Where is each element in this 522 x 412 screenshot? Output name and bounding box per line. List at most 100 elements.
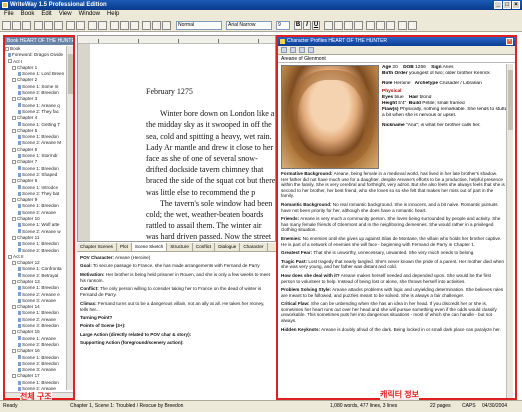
tab-chapter-scenes[interactable]: Chapter Scenes: [77, 243, 117, 251]
tab-plot[interactable]: Plot: [117, 243, 132, 251]
menu-file[interactable]: File: [4, 10, 14, 19]
hair-value[interactable]: blond: [420, 95, 432, 100]
highlight-icon[interactable]: [408, 21, 417, 30]
photo-icon[interactable]: [299, 47, 305, 53]
cut-icon[interactable]: [34, 21, 43, 30]
paragraph: The tavern's sole window had been cold; …: [146, 198, 273, 242]
expand-icon[interactable]: [5, 46, 9, 51]
delete-character-icon[interactable]: [290, 47, 296, 53]
print-icon[interactable]: [88, 21, 97, 30]
note-text: The only person willing to consider taki…: [80, 286, 262, 298]
expand-icon[interactable]: [12, 374, 16, 379]
open-icon[interactable]: [12, 21, 21, 30]
character-biography[interactable]: Formative Background: Areane, being fema…: [281, 171, 505, 335]
dob-value[interactable]: 1256: [415, 65, 426, 70]
minimize-button[interactable]: _: [494, 1, 502, 9]
character-icon[interactable]: [120, 21, 129, 30]
expand-icon[interactable]: [12, 160, 16, 165]
flaws-value[interactable]: Physically, nothing remarkable. She tend…: [382, 107, 509, 118]
book-icon[interactable]: [110, 21, 119, 30]
paste-icon[interactable]: [54, 21, 63, 30]
expand-icon[interactable]: [8, 59, 12, 64]
build-value[interactable]: Petite; small framed: [422, 101, 464, 106]
print-character-icon[interactable]: [308, 47, 314, 53]
outline-item-label: Scene 1: Breedon: [22, 354, 59, 360]
new-icon[interactable]: [2, 21, 11, 30]
tab-dialogue[interactable]: Dialogue: [215, 243, 241, 251]
expand-icon[interactable]: [12, 349, 16, 354]
expand-icon[interactable]: [12, 260, 16, 265]
save-icon[interactable]: [22, 21, 31, 30]
menu-edit[interactable]: Edit: [41, 10, 51, 19]
style-select[interactable]: Normal: [176, 21, 222, 30]
close-icon[interactable]: ×: [506, 38, 513, 45]
nickname-value[interactable]: "Ana"; is what her brother calls her.: [406, 123, 481, 128]
character-name[interactable]: Areane of Glenmont: [278, 55, 515, 63]
scroll-thumb[interactable]: [68, 54, 73, 94]
wordcount-icon[interactable]: [162, 21, 171, 30]
scroll-thumb[interactable]: [508, 70, 513, 130]
redo-icon[interactable]: [76, 21, 85, 30]
archetype-value[interactable]: Crusader / Librarian: [439, 81, 481, 86]
expand-icon[interactable]: [12, 179, 16, 184]
expand-icon[interactable]: [12, 128, 16, 133]
eyes-value[interactable]: blue: [395, 95, 404, 100]
birth-order-value[interactable]: youngest of two; older brother Kenrick: [409, 71, 490, 76]
expand-icon[interactable]: [12, 116, 16, 121]
menu-view[interactable]: View: [59, 10, 72, 19]
undo-icon[interactable]: [66, 21, 75, 30]
expand-icon[interactable]: [12, 330, 16, 335]
expand-icon[interactable]: [12, 279, 16, 284]
find-icon[interactable]: [152, 21, 161, 30]
expand-icon[interactable]: [12, 147, 16, 152]
document-editor[interactable]: February 1275 Winter bore down on London…: [77, 35, 276, 242]
expand-icon[interactable]: [12, 97, 16, 102]
age-value[interactable]: 20: [392, 65, 397, 70]
tab-structure[interactable]: Structure: [167, 243, 193, 251]
outline-item-label: Scene 2: Breedon: [22, 360, 59, 366]
tab-scene-sketch[interactable]: Scene Sketch: [131, 243, 168, 251]
font-select[interactable]: Arial Narrow: [226, 21, 272, 30]
menu-help[interactable]: Help: [107, 10, 119, 19]
scene-sketch-notes[interactable]: POV Character: Areane (Heroine) Goal: To …: [77, 253, 276, 400]
expand-icon[interactable]: [12, 197, 16, 202]
bold-button[interactable]: B: [294, 21, 302, 30]
notes-icon[interactable]: [130, 21, 139, 30]
outline-item-label: Chapter 9: [17, 197, 38, 203]
sign-value[interactable]: Aries: [443, 65, 454, 70]
expand-icon[interactable]: [12, 78, 16, 83]
underline-button[interactable]: U: [312, 21, 320, 30]
tab-conflict[interactable]: Conflict: [193, 243, 216, 251]
page-icon: [18, 286, 21, 291]
new-character-icon[interactable]: [281, 47, 287, 53]
expand-icon[interactable]: [12, 304, 16, 309]
size-select[interactable]: 9: [276, 21, 290, 30]
expand-icon[interactable]: [12, 65, 16, 70]
expand-icon[interactable]: [12, 235, 16, 240]
menu-book[interactable]: Book: [21, 10, 35, 19]
character-scrollbar[interactable]: [506, 64, 513, 398]
justify-icon[interactable]: [354, 21, 363, 30]
tab-character[interactable]: Character: [240, 243, 268, 251]
manuscript-text[interactable]: February 1275 Winter bore down on London…: [146, 86, 275, 242]
height-value[interactable]: 5'4": [398, 101, 406, 106]
preview-icon[interactable]: [98, 21, 107, 30]
align-center-icon[interactable]: [334, 21, 343, 30]
spellcheck-icon[interactable]: [142, 21, 151, 30]
copy-icon[interactable]: [44, 21, 53, 30]
outdent-icon[interactable]: [386, 21, 395, 30]
menu-window[interactable]: Window: [79, 10, 100, 19]
align-left-icon[interactable]: [324, 21, 333, 30]
maximize-button[interactable]: □: [503, 1, 511, 9]
expand-icon[interactable]: [8, 254, 12, 259]
outline-scrollbar[interactable]: [66, 46, 73, 390]
text-color-icon[interactable]: [398, 21, 407, 30]
role-value[interactable]: Heroine: [394, 81, 411, 86]
expand-icon[interactable]: [12, 216, 16, 221]
close-button[interactable]: ×: [512, 1, 520, 9]
page-icon: [18, 122, 21, 127]
bullets-icon[interactable]: [366, 21, 375, 30]
align-right-icon[interactable]: [344, 21, 353, 30]
italic-button[interactable]: I: [303, 21, 311, 30]
indent-icon[interactable]: [376, 21, 385, 30]
